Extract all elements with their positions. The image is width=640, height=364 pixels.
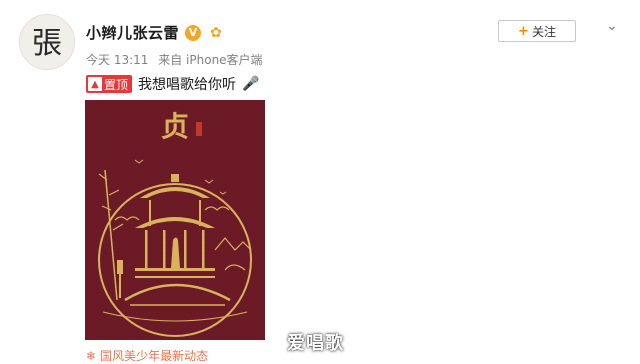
level-badge-icon: ✿ [210, 24, 222, 41]
topic-link-text: 国风美少年最新动态 [100, 349, 209, 363]
post-source: 来自 iPhone客户端 [158, 53, 263, 67]
chevron-down-icon[interactable]: ⌄ [606, 18, 618, 34]
post-content: ▲ 置顶 我想唱歌给你听 🎤 [86, 74, 259, 94]
pin-icon: ▲ [88, 77, 102, 91]
watermark: 爱唱歌 [287, 333, 344, 354]
seal-icon [196, 122, 202, 136]
name-row: 小辫儿张云雷 V ✿ [86, 22, 225, 43]
avatar[interactable]: 張 [19, 14, 75, 70]
avatar-char: 張 [32, 26, 62, 61]
poster-illustration: 贞 [85, 100, 265, 340]
pinned-badge: ▲ 置顶 [86, 75, 133, 93]
plus-icon: + [518, 23, 529, 39]
follow-button[interactable]: + 关注 [498, 20, 576, 42]
post-image[interactable]: 贞 [85, 100, 265, 340]
poster-title-char: 贞 [161, 110, 189, 143]
username[interactable]: 小辫儿张云雷 [86, 22, 179, 43]
sparkle-icon: ❄ [86, 348, 97, 363]
microphone-icon[interactable]: 🎤 [242, 76, 259, 92]
topic-link[interactable]: ❄ 国风美少年最新动态 [86, 347, 208, 364]
verified-v-icon: V [185, 24, 202, 41]
follow-label: 关注 [531, 24, 556, 39]
post-time[interactable]: 今天 13:11 [86, 53, 148, 67]
post-meta: 今天 13:11 来自 iPhone客户端 [86, 51, 269, 68]
post-text: 我想唱歌给你听 [138, 77, 237, 93]
pin-label: 置顶 [104, 77, 129, 92]
